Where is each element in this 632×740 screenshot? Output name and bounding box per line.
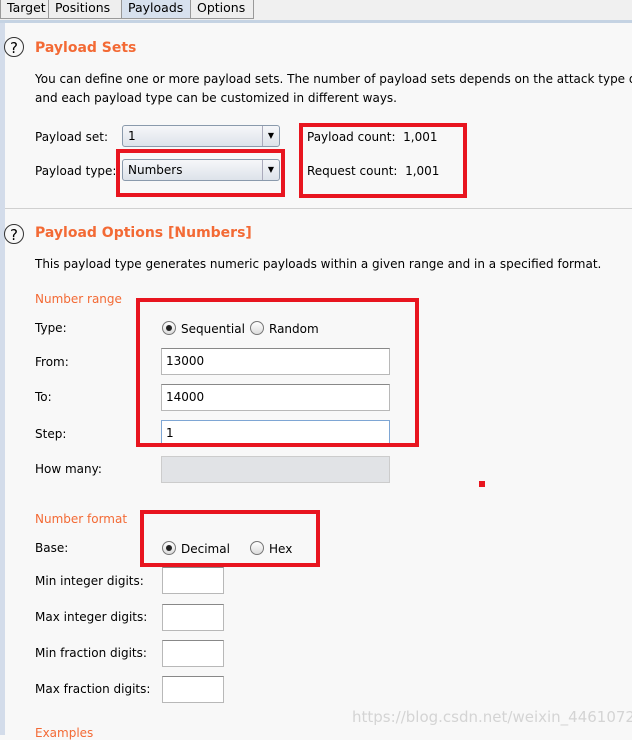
payload-set-value: 1 (128, 129, 136, 143)
highlight-box (299, 123, 467, 198)
help-icon[interactable]: ? (4, 224, 24, 244)
payload-set-label: Payload set: (35, 130, 108, 144)
examples-title: Examples (35, 726, 94, 740)
payload-sets-desc: You can define one or more payload sets.… (35, 72, 632, 86)
max-integer-label: Max integer digits: (35, 610, 148, 624)
help-icon[interactable]: ? (4, 37, 24, 57)
tab-bar: Target Positions Payloads Options (0, 0, 632, 23)
payload-type-label: Payload type: (35, 164, 117, 178)
min-integer-input[interactable] (162, 567, 224, 594)
watermark: https://blog.csdn.net/weixin_44610728 (352, 708, 632, 726)
number-range-title: Number range (35, 292, 122, 306)
chevron-down-icon: ▼ (262, 126, 279, 146)
number-format-title: Number format (35, 512, 128, 526)
tab-target[interactable]: Target (0, 0, 49, 19)
how-many-label: How many: (35, 462, 102, 476)
red-mark (479, 481, 485, 487)
left-edge (0, 0, 5, 735)
type-label: Type: (35, 321, 67, 335)
base-label: Base: (35, 541, 69, 555)
max-fraction-input[interactable] (162, 676, 224, 703)
highlight-box (116, 149, 285, 197)
step-label: Step: (35, 427, 67, 441)
tab-positions[interactable]: Positions (48, 0, 122, 19)
payload-set-select[interactable]: 1 ▼ (122, 125, 280, 147)
tab-options[interactable]: Options (190, 0, 254, 19)
payload-sets-desc-2: and each payload type can be customized … (35, 91, 397, 105)
min-integer-label: Min integer digits: (35, 574, 144, 588)
payload-sets-title: Payload Sets (35, 40, 137, 56)
from-label: From: (35, 355, 69, 369)
highlight-box (140, 510, 320, 567)
max-fraction-label: Max fraction digits: (35, 682, 151, 696)
highlight-box (136, 298, 419, 447)
min-fraction-label: Min fraction digits: (35, 646, 147, 660)
max-integer-input[interactable] (162, 604, 224, 631)
how-many-input (161, 456, 390, 483)
section-divider (5, 208, 632, 209)
to-label: To: (35, 390, 52, 404)
payload-options-desc: This payload type generates numeric payl… (35, 257, 602, 271)
min-fraction-input[interactable] (162, 640, 224, 667)
tab-payloads[interactable]: Payloads (121, 0, 191, 19)
payload-options-title: Payload Options [Numbers] (35, 225, 252, 241)
